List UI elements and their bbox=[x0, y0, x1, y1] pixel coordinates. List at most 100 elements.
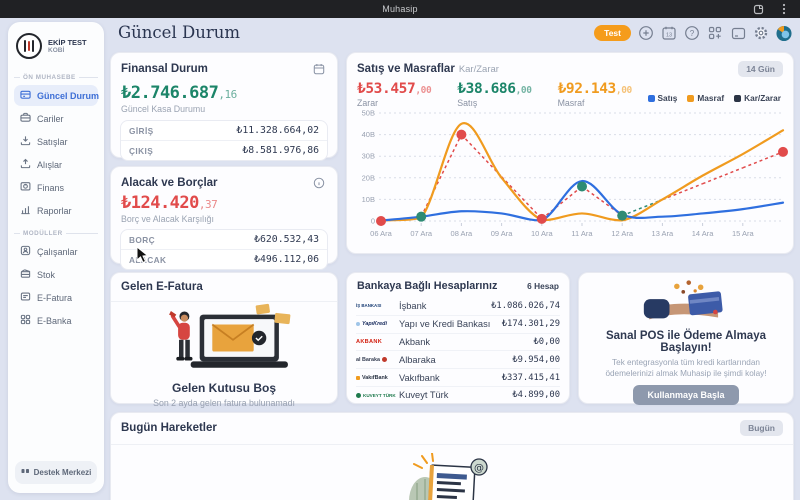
empty-inbox-title: Gelen Kutusu Boş bbox=[171, 381, 276, 395]
calendar-small-icon[interactable] bbox=[311, 61, 327, 77]
company-logo bbox=[16, 33, 42, 59]
divider bbox=[111, 444, 793, 445]
calendar-icon[interactable]: 13 bbox=[661, 25, 677, 41]
employee-badge-icon bbox=[20, 245, 31, 258]
help-icon[interactable]: ? bbox=[684, 25, 700, 41]
table-row: ALACAK ₺496.112,06 bbox=[121, 249, 327, 269]
sidebar-item-stok[interactable]: Stok bbox=[14, 264, 98, 285]
isbank-logo: İŞ BANKASI bbox=[356, 303, 382, 309]
borc-value: ₺620.532,43 bbox=[254, 234, 319, 245]
sidebar-item-label: Stok bbox=[37, 269, 56, 280]
cikis-label: ÇIKIŞ bbox=[129, 145, 154, 156]
period-badge[interactable]: 14 Gün bbox=[738, 61, 783, 77]
svg-text:13: 13 bbox=[666, 33, 672, 39]
sidebar-item-e-fatura[interactable]: E-Fatura bbox=[14, 287, 98, 308]
info-icon[interactable] bbox=[311, 175, 327, 191]
svg-text:06 Ara: 06 Ara bbox=[370, 229, 393, 238]
pos-promo-subtitle: Tek entegrasyonla tüm kredi kartlarından… bbox=[605, 358, 767, 379]
bank-row-akbank[interactable]: AKBANK Akbank ₺0,00 bbox=[356, 332, 560, 351]
bank-row-isbank[interactable]: İŞ BANKASI İşbank ₺1.086.026,74 bbox=[356, 297, 560, 315]
company-name: EKİP TEST bbox=[48, 37, 87, 47]
svg-text:30B: 30B bbox=[362, 152, 375, 161]
svg-text:10B: 10B bbox=[362, 195, 375, 204]
settings-gear-icon[interactable] bbox=[753, 25, 769, 41]
kuveytturk-logo-mark bbox=[356, 392, 361, 398]
giris-value: ₺11.328.664,02 bbox=[236, 125, 319, 136]
tab-overview-icon[interactable] bbox=[750, 1, 766, 17]
svg-text:11 Ara: 11 Ara bbox=[571, 229, 593, 238]
sidebar-item-cariler[interactable]: Cariler bbox=[14, 108, 98, 129]
svg-text:@: @ bbox=[474, 463, 484, 474]
support-center-label: Destek Merkezi bbox=[33, 468, 92, 477]
today-empty-illustration: @ bbox=[409, 452, 488, 500]
grid-icon bbox=[20, 314, 31, 327]
sidebar-item-guncel-durum[interactable]: Güncel Durum bbox=[14, 85, 99, 106]
bank-accounts-card: Bankaya Bağlı Hesaplarınız 6 Hesap İŞ BA… bbox=[346, 272, 570, 404]
svg-text:12 Ara: 12 Ara bbox=[611, 229, 634, 238]
table-row: BORÇ ₺620.532,43 bbox=[121, 230, 327, 249]
svg-text:?: ? bbox=[690, 29, 695, 38]
pos-promo-title: Sanal POS ile Ödeme Almaya Başlayın! bbox=[605, 330, 766, 354]
sidebar-item-label: Raporlar bbox=[37, 205, 72, 216]
bugun-hareketler-card: Bugün Hareketler Bugün @ bbox=[110, 412, 794, 500]
albaraka-logo: al Baraka bbox=[356, 356, 380, 363]
sidebar-item-finans[interactable]: Finans bbox=[14, 177, 98, 198]
card-title: Bankaya Bağlı Hesaplarınız bbox=[357, 280, 498, 292]
vakifbank-logo: VakıfBank bbox=[362, 374, 388, 381]
pos-payment-illustration bbox=[643, 280, 723, 320]
legend-masraf: Masraf bbox=[687, 93, 724, 103]
vakifbank-logo-mark bbox=[356, 375, 360, 380]
window-titlebar: Muhasip bbox=[0, 0, 800, 18]
kasa-subtitle: Güncel Kasa Durumu bbox=[121, 104, 206, 114]
company-switcher[interactable]: EKİP TEST KOBİ bbox=[14, 31, 98, 65]
bank-row-kuveytturk[interactable]: KUVEYT TÜRK Kuveyt Türk ₺4.899,00 bbox=[356, 385, 560, 404]
sidebar: EKİP TEST KOBİ ÖN MUHASEBE Güncel Durum … bbox=[8, 22, 104, 493]
borc-alacak-amount: ₺124.420,37 bbox=[121, 193, 218, 213]
yapikredi-logo: YapıKredi bbox=[362, 321, 387, 328]
sidebar-section-moduller: MODÜLLER bbox=[14, 230, 98, 237]
test-mode-badge[interactable]: Test bbox=[594, 25, 631, 41]
card-title: Alacak ve Borçlar bbox=[121, 177, 218, 189]
borc-alacak-table: BORÇ ₺620.532,43 ALACAK ₺496.112,06 bbox=[120, 229, 328, 270]
sidebar-item-raporlar[interactable]: Raporlar bbox=[14, 200, 98, 221]
start-using-button[interactable]: Kullanmaya Başla bbox=[633, 385, 739, 406]
sidebar-item-e-banka[interactable]: E-Banka bbox=[14, 310, 98, 331]
table-row: GİRİŞ ₺11.328.664,02 bbox=[121, 121, 327, 140]
dashboard-icon bbox=[20, 89, 31, 102]
bank-row-albaraka[interactable]: al Baraka Albaraka ₺9.954,00 bbox=[356, 350, 560, 368]
sidebar-item-satislar[interactable]: Satışlar bbox=[14, 131, 98, 152]
sidebar-item-label: Satışlar bbox=[37, 136, 68, 147]
empty-inbox-illustration bbox=[169, 303, 291, 368]
akbank-logo: AKBANK bbox=[356, 338, 383, 345]
upload-tray-icon bbox=[20, 158, 31, 171]
bank-row-vakifbank[interactable]: VakıfBank Vakıfbank ₺337.415,41 bbox=[356, 368, 560, 386]
sidebar-item-alislar[interactable]: Alışlar bbox=[14, 154, 98, 175]
chart-subtitle: Kar/Zarar bbox=[458, 64, 499, 75]
menu-kebab-icon[interactable] bbox=[776, 1, 792, 17]
boxes-icon bbox=[20, 268, 31, 281]
empty-inbox-subtitle: Son 2 ayda gelen fatura bulunamadı bbox=[153, 398, 295, 408]
sanal-pos-promo-card: Sanal POS ile Ödeme Almaya Başlayın! Tek… bbox=[578, 272, 794, 406]
download-tray-icon bbox=[20, 135, 31, 148]
svg-text:14 Ara: 14 Ara bbox=[692, 229, 715, 238]
support-center-button[interactable]: Destek Merkezi bbox=[15, 461, 97, 484]
giris-label: GİRİŞ bbox=[129, 125, 154, 136]
kasa-amount: ₺2.746.687,16 bbox=[121, 83, 237, 103]
chart-legend: Satış Masraf Kar/Zarar bbox=[647, 93, 781, 103]
user-avatar[interactable] bbox=[776, 25, 792, 41]
card-title: Bugün Hareketler bbox=[121, 422, 217, 434]
window-panel-icon[interactable] bbox=[730, 25, 746, 41]
sidebar-item-label: E-Banka bbox=[37, 315, 72, 326]
sidebar-item-calisanlar[interactable]: Çalışanlar bbox=[14, 241, 98, 262]
svg-text:20B: 20B bbox=[362, 173, 375, 182]
apps-icon[interactable] bbox=[707, 25, 723, 41]
yapikredi-logo-mark bbox=[356, 322, 360, 327]
svg-text:0: 0 bbox=[371, 217, 375, 226]
bank-row-yapikredi[interactable]: YapıKredi Yapı ve Kredi Bankası ₺174.301… bbox=[356, 314, 560, 333]
cikis-value: ₺8.581.976,86 bbox=[242, 145, 319, 156]
add-new-icon[interactable] bbox=[638, 25, 654, 41]
alacak-value: ₺496.112,06 bbox=[254, 254, 319, 265]
sidebar-item-label: Çalışanlar bbox=[37, 246, 78, 257]
borc-label: BORÇ bbox=[129, 234, 156, 245]
today-filter-badge[interactable]: Bugün bbox=[740, 420, 783, 436]
